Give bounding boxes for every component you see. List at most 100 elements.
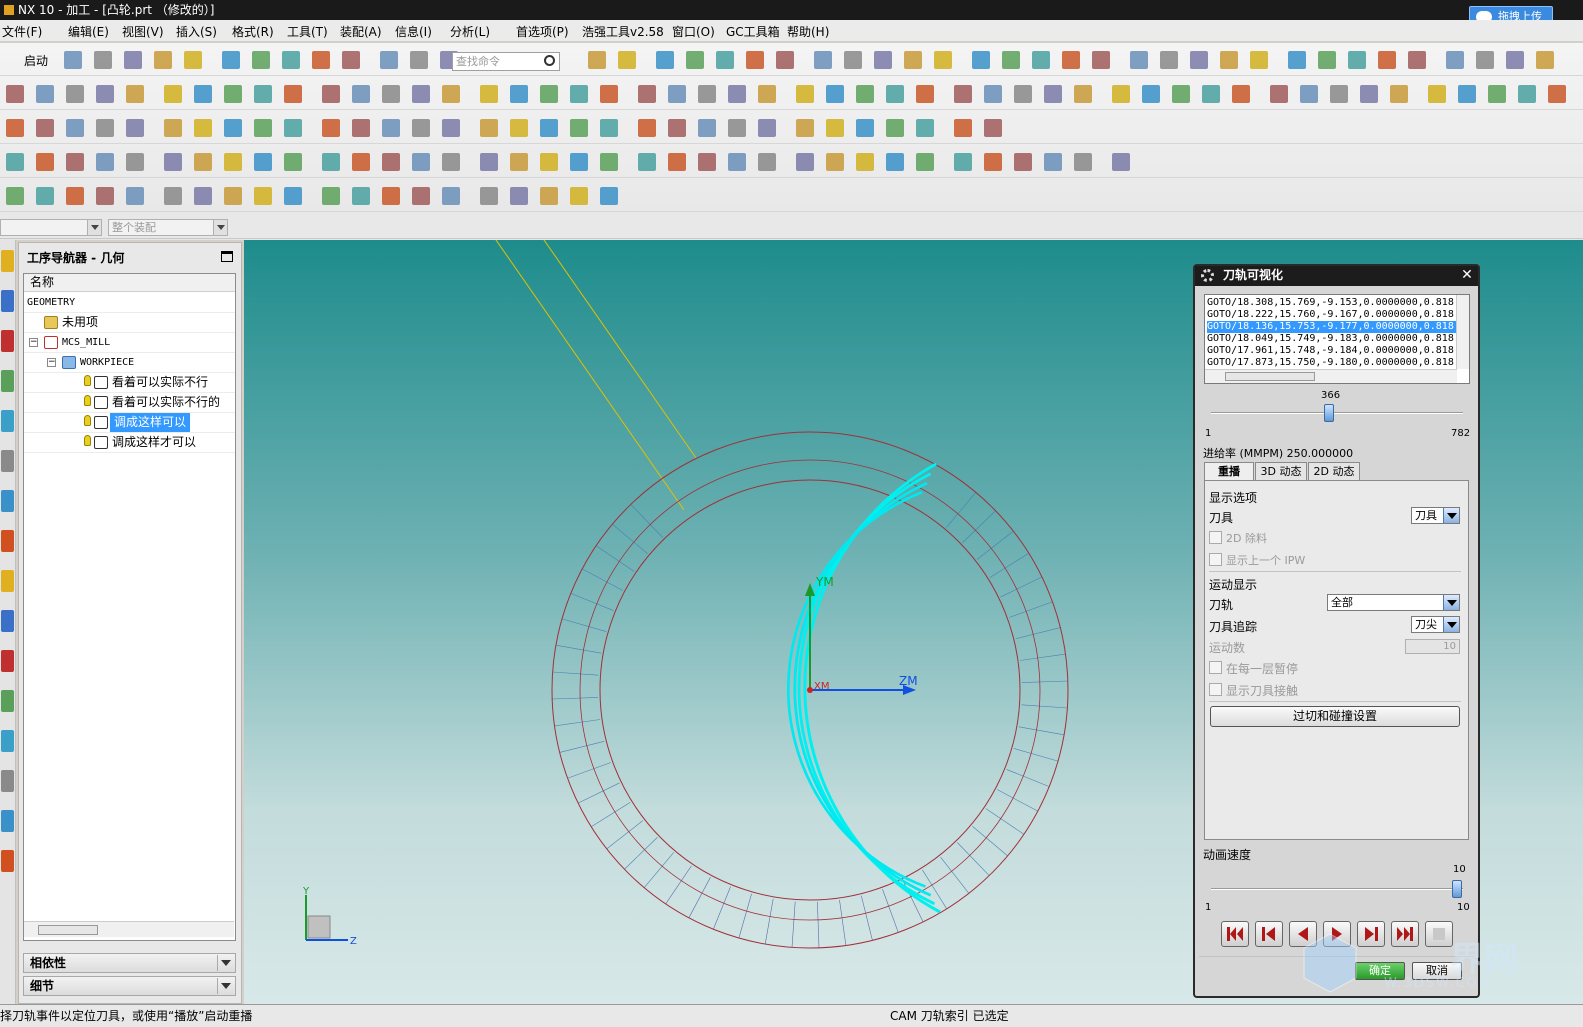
toolbar-tool-icon[interactable]	[638, 119, 656, 137]
toolbar-tool-icon[interactable]	[716, 51, 734, 69]
toolbar-tool-icon[interactable]	[1288, 51, 1306, 69]
tree-item-operation[interactable]: 调成这样才可以	[24, 433, 235, 453]
scroll-thumb[interactable]	[38, 925, 98, 935]
tab-replay[interactable]: 重播	[1204, 462, 1254, 481]
toolbar-tool-icon[interactable]	[6, 85, 24, 103]
go-to-start-button[interactable]	[1221, 921, 1249, 947]
tree-item-unused[interactable]: 未用项	[24, 313, 235, 333]
toolbar-tool-icon[interactable]	[96, 187, 114, 205]
tree-item-operation[interactable]: 看着可以实际不行的	[24, 393, 235, 413]
dependencies-panel[interactable]: 相依性	[23, 953, 236, 973]
toolbar-tool-icon[interactable]	[480, 153, 498, 171]
toolbar-tool-icon[interactable]	[600, 153, 618, 171]
toolbar-tool-icon[interactable]	[1408, 51, 1426, 69]
tool-trace-select[interactable]: 刀尖	[1411, 616, 1460, 633]
tree-item-workpiece[interactable]: − WORKPIECE	[24, 353, 235, 373]
toolbar-tool-icon[interactable]	[1360, 85, 1378, 103]
toolbar-tool-icon[interactable]	[1202, 85, 1220, 103]
toolbar-tool-icon[interactable]	[224, 153, 242, 171]
resource-tab-icon[interactable]	[1, 730, 14, 752]
toolbar-tool-icon[interactable]	[66, 187, 84, 205]
toolbar-tool-icon[interactable]	[1518, 85, 1536, 103]
resource-tab-icon[interactable]	[1, 530, 14, 552]
toolbar-tool-icon[interactable]	[164, 153, 182, 171]
toolbar-tool-icon[interactable]	[66, 85, 84, 103]
toolbar-tool-icon[interactable]	[668, 153, 686, 171]
toolbar-tool-icon[interactable]	[254, 119, 272, 137]
toolbar-tool-icon[interactable]	[1014, 153, 1032, 171]
toolbar-tool-icon[interactable]	[412, 153, 430, 171]
toolbar-tool-icon[interactable]	[916, 85, 934, 103]
toolbar-tool-icon[interactable]	[352, 119, 370, 137]
toolbar-tool-icon[interactable]	[728, 119, 746, 137]
toolbar-tool-icon[interactable]	[856, 153, 874, 171]
toolbar-tool-icon[interactable]	[194, 153, 212, 171]
menu-item-assembly[interactable]: 装配(A)	[340, 23, 382, 40]
resource-tab-icon[interactable]	[1, 370, 14, 392]
toolbar-tool-icon[interactable]	[1130, 51, 1148, 69]
toolbar-tool-icon[interactable]	[698, 153, 716, 171]
toolbar-tool-icon[interactable]	[1506, 51, 1524, 69]
toolbar-tool-icon[interactable]	[916, 153, 934, 171]
toolbar-tool-icon[interactable]	[796, 85, 814, 103]
toolbar-tool-icon[interactable]	[94, 51, 112, 69]
toolbar-tool-icon[interactable]	[96, 85, 114, 103]
toolbar-tool-icon[interactable]	[796, 153, 814, 171]
toolbar-tool-icon[interactable]	[252, 51, 270, 69]
animation-speed-thumb[interactable]	[1452, 880, 1462, 898]
start-button[interactable]: 启动	[24, 52, 48, 69]
toolbar-tool-icon[interactable]	[826, 119, 844, 137]
column-header-name[interactable]: 名称	[24, 274, 235, 292]
toolbar-tool-icon[interactable]	[1318, 51, 1336, 69]
close-icon[interactable]: ✕	[1459, 268, 1475, 284]
assembly-filter-dropdown[interactable]: 整个装配	[108, 219, 228, 236]
resource-tab-icon[interactable]	[1, 650, 14, 672]
toolbar-tool-icon[interactable]	[1074, 153, 1092, 171]
toolbar-tool-icon[interactable]	[352, 85, 370, 103]
toolbar-tool-icon[interactable]	[194, 119, 212, 137]
toolbar-tool-icon[interactable]	[540, 119, 558, 137]
toolbar-tool-icon[interactable]	[284, 187, 302, 205]
tool-display-select[interactable]: 刀具	[1411, 507, 1460, 524]
toolbar-tool-icon[interactable]	[1044, 85, 1062, 103]
toolbar-tool-icon[interactable]	[728, 85, 746, 103]
toolbar-tool-icon[interactable]	[382, 119, 400, 137]
tab-2d-dynamic[interactable]: 2D 动态	[1308, 462, 1360, 480]
toolbar-tool-icon[interactable]	[480, 187, 498, 205]
toolbar-tool-icon[interactable]	[656, 51, 674, 69]
toolbar-tool-icon[interactable]	[284, 119, 302, 137]
toolbar-tool-icon[interactable]	[442, 85, 460, 103]
pause-each-layer-checkbox[interactable]	[1209, 661, 1222, 674]
toolbar-tool-icon[interactable]	[64, 51, 82, 69]
toolbar-tool-icon[interactable]	[224, 187, 242, 205]
resource-tab-icon[interactable]	[1, 770, 14, 792]
toolbar-tool-icon[interactable]	[776, 51, 794, 69]
tree-item-mcs-mill[interactable]: − MCS_MILL	[24, 333, 235, 353]
vertical-scrollbar[interactable]	[1456, 295, 1469, 369]
horizontal-scrollbar[interactable]	[24, 921, 234, 937]
gear-icon[interactable]	[1201, 269, 1214, 282]
toolbar-tool-icon[interactable]	[796, 119, 814, 137]
toolbar-tool-icon[interactable]	[154, 51, 172, 69]
menu-item-info[interactable]: 信息(I)	[395, 23, 432, 40]
toolbar-tool-icon[interactable]	[540, 187, 558, 205]
resource-tab-icon[interactable]	[1, 450, 14, 472]
toolbar-tool-icon[interactable]	[66, 153, 84, 171]
goto-line[interactable]: GOTO/18.308,15.769,-9.153,0.0000000,0.81…	[1207, 297, 1457, 309]
position-slider-thumb[interactable]	[1323, 404, 1334, 422]
toolbar-tool-icon[interactable]	[618, 51, 636, 69]
goto-line[interactable]: GOTO/17.961,15.748,-9.184,0.0000000,0.81…	[1207, 345, 1457, 357]
search-icon[interactable]	[544, 55, 555, 66]
toolbar-tool-icon[interactable]	[728, 153, 746, 171]
type-filter-dropdown[interactable]	[0, 219, 102, 236]
goto-line[interactable]: GOTO/17.873,15.750,-9.180,0.0000000,0.81…	[1207, 357, 1457, 369]
toolbar-tool-icon[interactable]	[442, 153, 460, 171]
menu-item-insert[interactable]: 插入(S)	[176, 23, 217, 40]
toolbar-tool-icon[interactable]	[36, 85, 54, 103]
show-tool-contact-checkbox[interactable]	[1209, 683, 1222, 696]
toolbar-tool-icon[interactable]	[442, 187, 460, 205]
toolbar-tool-icon[interactable]	[1160, 51, 1178, 69]
toolbar-tool-icon[interactable]	[1378, 51, 1396, 69]
toolpath-display-select[interactable]: 全部	[1327, 594, 1460, 611]
resource-tab-icon[interactable]	[1, 850, 14, 872]
